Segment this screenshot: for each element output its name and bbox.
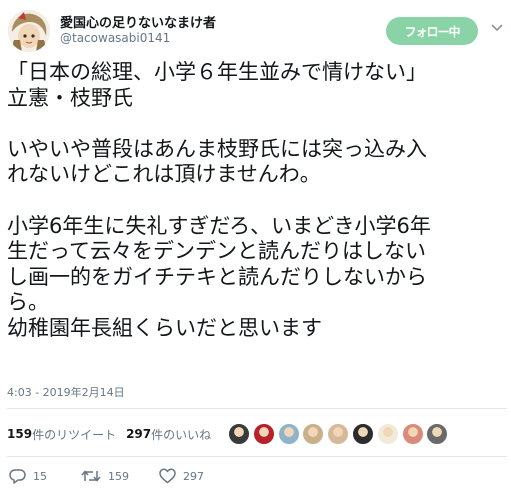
tweet-text-line: し画一的をガイチテキと読んだりしないから bbox=[7, 264, 427, 289]
retweet-stat-count: 159 bbox=[7, 427, 33, 441]
reply-icon bbox=[9, 469, 26, 484]
tweet-text-line: 生だって云々をデンデンと読んだりはしない bbox=[7, 239, 426, 264]
liker-avatar[interactable] bbox=[327, 423, 350, 445]
liker-avatar[interactable] bbox=[351, 423, 374, 445]
liker-avatar[interactable] bbox=[401, 423, 424, 445]
tweet-text-line: ら。 bbox=[7, 290, 49, 315]
tweet-text-line: れないけどこれは頂けませんわ。 bbox=[7, 162, 321, 187]
retweet-button[interactable]: 159 bbox=[81, 466, 129, 486]
tweet-timestamp[interactable]: 4:03 - 2019年2月14日 bbox=[7, 384, 125, 400]
engagement-stats: 159 件のリツイート 297 件のいいね bbox=[7, 424, 211, 444]
tweet-text-line: いやいや普段はあんま枝野氏には突っ込み入 bbox=[7, 136, 427, 161]
tweet-text: 「日本の総理、小学６年生並みで情けない」 立憲・枝野氏 いやいや普段はあんま枝野… bbox=[7, 60, 507, 342]
liker-avatars bbox=[228, 423, 451, 445]
tweet-header: 愛国心の足りないなまけ者 @tacowasabi0141 フォロー中 bbox=[0, 0, 511, 56]
author-display-name[interactable]: 愛国心の足りないなまけ者 bbox=[60, 12, 216, 31]
tweet-text-line: 小学6年生に失礼すぎだろ、いまどき小学6年 bbox=[7, 213, 431, 238]
liker-avatar[interactable] bbox=[252, 423, 275, 445]
tweet-text-line bbox=[7, 188, 507, 214]
following-button[interactable]: フォロー中 bbox=[386, 17, 478, 45]
chevron-down-icon[interactable] bbox=[489, 20, 505, 36]
retweet-count: 159 bbox=[108, 469, 129, 483]
liker-avatar[interactable] bbox=[376, 423, 399, 445]
reply-button[interactable]: 15 bbox=[9, 466, 47, 486]
retweet-icon bbox=[81, 470, 101, 482]
divider bbox=[7, 408, 507, 409]
liker-avatar[interactable] bbox=[426, 423, 449, 445]
retweet-stat[interactable]: 159 件のリツイート bbox=[7, 426, 116, 443]
divider bbox=[7, 456, 507, 457]
like-stat-label: 件のいいね bbox=[151, 427, 212, 442]
avatar-illustration-icon bbox=[8, 10, 50, 52]
author-avatar[interactable] bbox=[8, 10, 50, 52]
tweet-actions: 15 159 297 bbox=[7, 466, 407, 486]
tweet-text-line bbox=[7, 111, 507, 137]
liker-avatar[interactable] bbox=[277, 423, 300, 445]
heart-icon bbox=[159, 468, 176, 484]
like-count: 297 bbox=[183, 469, 204, 483]
retweet-stat-label: 件のリツイート bbox=[32, 427, 117, 442]
like-button[interactable]: 297 bbox=[159, 466, 204, 486]
liker-avatar[interactable] bbox=[302, 423, 325, 445]
tweet-text-line: 幼稚園年長組くらいだと思います bbox=[7, 315, 322, 340]
author-handle[interactable]: @tacowasabi0141 bbox=[60, 31, 170, 45]
liker-avatar[interactable] bbox=[228, 423, 250, 445]
tweet-text-line: 立憲・枝野氏 bbox=[7, 85, 133, 110]
like-stat[interactable]: 297 件のいいね bbox=[126, 426, 211, 443]
tweet-text-line: 「日本の総理、小学６年生並みで情けない」 bbox=[7, 60, 427, 84]
like-stat-count: 297 bbox=[126, 427, 152, 441]
reply-count: 15 bbox=[33, 469, 47, 483]
